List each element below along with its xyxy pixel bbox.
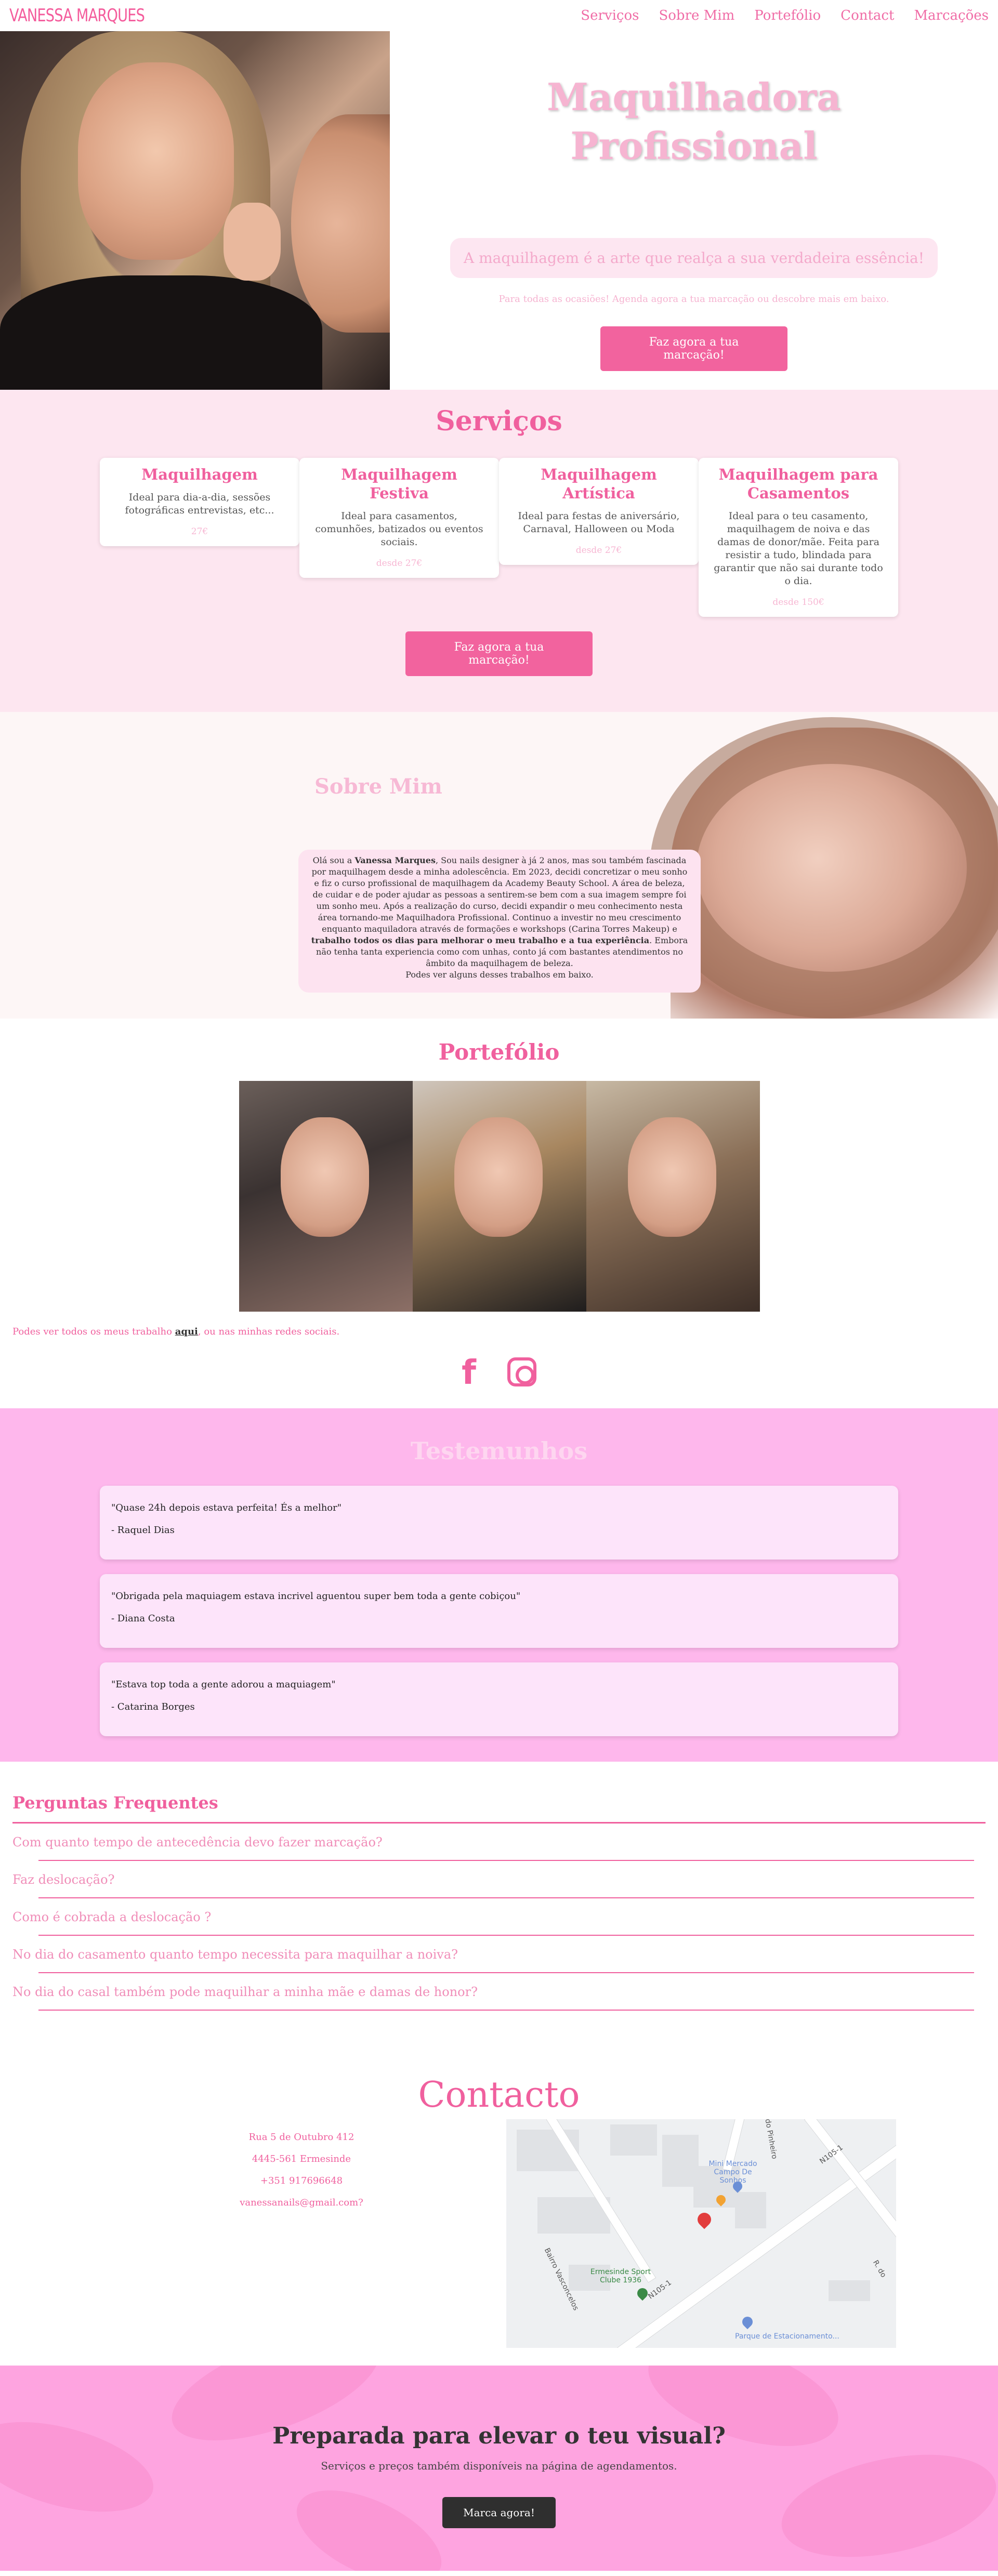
hero-tagline: A maquilhagem é a arte que realça a sua … [450,238,938,278]
hero-subtitle: Para todas as ocasiões! Agenda agora a t… [498,294,889,305]
portfolio-gallery [239,1081,760,1312]
portfolio-section: Portefólio Podes ver todos os meus traba… [0,1019,998,1408]
service-card: Maquilhagem Artística Ideal para festas … [499,458,699,565]
cta-title: Preparada para elevar o teu visual? [272,2423,726,2449]
portfolio-image[interactable] [586,1081,760,1312]
portfolio-image[interactable] [239,1081,413,1312]
testimonial-author: - Catarina Borges [111,1701,195,1712]
portfolio-title: Portefólio [438,1039,560,1065]
service-card-price: desde 150€ [772,597,824,607]
nav-link-servicos[interactable]: Serviços [581,8,639,23]
contact-address-line1: Rua 5 de Outubro 412 [248,2132,354,2143]
sports-club-pin-icon [635,2286,650,2301]
portfolio-image[interactable] [413,1081,586,1312]
testimonials-title: Testemunhos [410,1437,588,1465]
service-card-price: 27€ [191,526,208,537]
contact-address-line2: 4445-561 Ermesinde [252,2154,351,2164]
testimonials-list: "Quase 24h depois estava perfeita! És a … [0,1486,998,1736]
service-card-price: desde 27€ [575,545,622,556]
service-cards: Maquilhagem Ideal para dia-a-dia, sessõe… [100,458,898,617]
faq-item[interactable]: No dia do casamento quanto tempo necessi… [12,1936,974,1973]
testimonial-card: "Estava top toda a gente adorou a maquia… [100,1662,898,1736]
testimonial-author: - Raquel Dias [111,1525,175,1536]
map-label: Mini Mercado Campo De Sonhos [708,2160,757,2185]
faq-item[interactable]: Faz deslocação? [12,1861,974,1898]
faq-item[interactable]: No dia do casal também pode maquilhar a … [12,1973,974,2011]
testimonial-author: - Diana Costa [111,1613,175,1624]
about-title: Sobre Mim [314,774,442,799]
top-nav: VANESSA MARQUES Serviços Sobre Mim Porte… [0,0,998,31]
map-label: do Pinheiro [763,2119,779,2160]
service-card-title: Maquilhagem [141,466,258,483]
service-card-title: Maquilhagem Artística [541,466,657,502]
map-label: Parque de Estacionamento... [735,2332,839,2341]
service-card-title: Maquilhagem para Casamentos [718,466,878,502]
nav-link-portefolio[interactable]: Portefólio [754,8,821,23]
testimonial-quote: "Quase 24h depois estava perfeita! És a … [111,1502,342,1513]
service-card: Maquilhagem Festiva Ideal para casamento… [299,458,499,578]
contact-phone[interactable]: +351 917696648 [198,2170,405,2192]
map-label: R. do [871,2258,888,2279]
cta-subtitle: Serviços e preços também disponíveis na … [321,2460,677,2472]
contact-info: Rua 5 de Outubro 412 4445-561 Ermesinde … [198,2126,405,2214]
portfolio-more-text: Podes ver todos os meus trabalho aqui, o… [12,1326,340,1337]
services-title: Serviços [436,405,562,437]
service-card-title: Maquilhagem Festiva [341,466,457,502]
nav-link-marcacoes[interactable]: Marcações [914,8,989,23]
facebook-icon[interactable]: f [462,1356,476,1390]
services-booking-button[interactable]: Faz agora a tua marcação! [405,631,593,676]
nav-link-contact[interactable]: Contact [841,8,894,23]
testimonial-quote: "Obrigada pela maquiagem estava incrivel… [111,1591,521,1602]
testimonial-quote: "Estava top toda a gente adorou a maquia… [111,1679,336,1690]
service-card-description: Ideal para festas de aniversário, Carnav… [518,510,680,535]
testimonial-card: "Obrigada pela maquiagem estava incrivel… [100,1574,898,1648]
nav-links: Serviços Sobre Mim Portefólio Contact Ma… [581,8,989,23]
faq-section: Perguntas Frequentes Com quanto tempo de… [0,1762,998,2049]
about-name: Vanessa Marques [354,855,436,865]
service-card-price: desde 27€ [376,558,423,569]
testimonials-section: Testemunhos "Quase 24h depois estava per… [0,1408,998,1762]
location-map[interactable]: Mini Mercado Campo De Sonhos Ermesinde S… [506,2119,896,2348]
about-section: Sobre Mim Olá sou a Vanessa Marques, Sou… [0,712,998,1019]
map-label: Ermesinde Sport Clube 1936 [590,2268,651,2284]
hero-booking-button[interactable]: Faz agora a tua marcação! [600,326,787,371]
cta-book-now-button[interactable]: Marca agora! [442,2497,556,2528]
location-pin-icon[interactable] [694,2210,714,2229]
contact-section: Contacto Rua 5 de Outubro 412 4445-561 E… [0,2049,998,2366]
service-card-description: Ideal para dia-a-dia, sessões fotográfic… [125,492,274,516]
faq-item[interactable]: Como é cobrada a deslocação ? [12,1898,974,1936]
portfolio-more-link[interactable]: aqui [175,1326,198,1337]
parking-pin-icon [740,2314,755,2330]
services-section: Serviços Maquilhagem Ideal para dia-a-di… [0,390,998,712]
service-card: Maquilhagem para Casamentos Ideal para o… [699,458,898,617]
hero-text: Maquilhadora Profissional A maquilhagem … [390,31,998,390]
service-card-description: Ideal para casamentos, comunhões, batiza… [315,510,483,548]
social-links: f [0,1356,998,1390]
about-photo [650,717,998,1019]
site-logo[interactable]: VANESSA MARQUES [9,5,145,26]
hero-section: Maquilhadora Profissional A maquilhagem … [0,31,998,390]
contact-email[interactable]: vanessanails@gmail.com? [198,2192,405,2214]
about-highlight: trabalho todos os dias para melhorar o m… [311,935,650,945]
testimonial-card: "Quase 24h depois estava perfeita! És a … [100,1486,898,1560]
faq-title: Perguntas Frequentes [12,1793,986,1824]
hero-title: Maquilhadora Profissional [547,75,841,168]
contact-title: Contacto [418,2075,580,2116]
service-card: Maquilhagem Ideal para dia-a-dia, sessõe… [100,458,299,546]
hero-photo [0,31,390,390]
instagram-icon[interactable] [507,1357,536,1386]
about-text: Olá sou a Vanessa Marques, Sou nails des… [298,850,701,993]
faq-item[interactable]: Com quanto tempo de antecedência devo fa… [12,1824,974,1861]
service-card-description: Ideal para o teu casamento, maquilhagem … [714,510,883,587]
cta-section: Preparada para elevar o teu visual? Serv… [0,2366,998,2571]
nav-link-sobre-mim[interactable]: Sobre Mim [659,8,734,23]
